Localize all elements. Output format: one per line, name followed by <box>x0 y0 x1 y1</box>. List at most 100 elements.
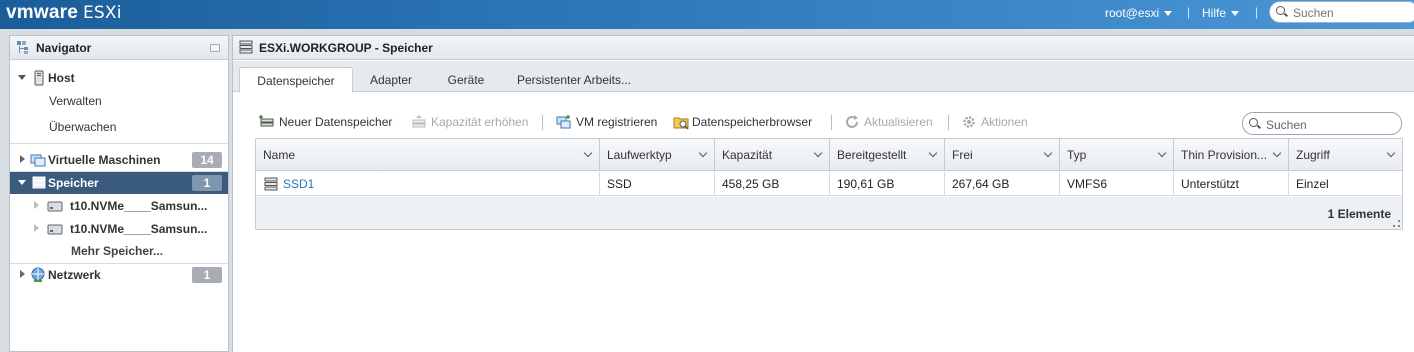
page-title: ESXi.WORKGROUP - Speicher <box>259 41 433 55</box>
tab-adapters[interactable]: Adapter <box>357 67 425 92</box>
minimize-icon[interactable] <box>210 44 220 52</box>
table-cell-text: VMFS6 <box>1067 177 1108 191</box>
column-header-provisioned[interactable]: Bereitgestellt <box>830 139 945 171</box>
new-datastore-icon[interactable] <box>259 114 275 130</box>
actions-button[interactable]: Aktionen <box>981 115 1028 129</box>
user-menu[interactable]: root@esxi <box>1105 6 1173 20</box>
chevron-down-icon[interactable] <box>698 148 708 158</box>
column-header-label: Laufwerktyp <box>607 148 672 162</box>
tab-devices[interactable]: Geräte <box>433 67 499 92</box>
chevron-down-icon[interactable] <box>1157 148 1167 158</box>
nav-item-label: Mehr Speicher... <box>71 244 164 258</box>
register-vm-icon[interactable] <box>556 114 572 130</box>
nav-item-manage[interactable]: Verwalten <box>10 90 228 112</box>
count-badge: 14 <box>192 152 222 168</box>
tab-persistent-memory[interactable]: Persistenter Arbeits... <box>509 67 639 92</box>
expand-down-icon[interactable] <box>18 180 26 185</box>
disk-icon <box>47 224 63 235</box>
column-header-free[interactable]: Frei <box>945 139 1060 171</box>
storage-icon <box>239 40 253 54</box>
table-cell-text: 267,64 GB <box>952 177 1010 191</box>
vmware-esxi-logo: vmware ESXi <box>6 2 122 24</box>
tab-label: Persistenter Arbeits... <box>516 73 632 87</box>
table-cell-name[interactable]: SSD1 <box>256 172 600 196</box>
expand-down-icon[interactable] <box>18 75 26 80</box>
refresh-icon <box>846 115 858 128</box>
nav-item-more-storage[interactable]: Mehr Speicher... <box>10 240 228 262</box>
logo-product-text: ESXi <box>82 3 122 23</box>
chevron-down-icon[interactable] <box>1043 148 1053 158</box>
header-search-input[interactable] <box>1291 5 1411 21</box>
register-vm-button[interactable]: VM registrieren <box>576 115 657 129</box>
network-icon <box>31 267 45 282</box>
navigator-title: Navigator <box>36 41 92 55</box>
navigator-header: Navigator <box>10 36 228 60</box>
column-header-label: Bereitgestellt <box>837 148 907 162</box>
column-header-type[interactable]: Typ <box>1060 139 1174 171</box>
increase-capacity-icon <box>412 115 426 128</box>
navigator-icon <box>17 41 28 54</box>
help-menu[interactable]: Hilfe <box>1202 6 1240 20</box>
nav-item-virtual-machines[interactable]: Virtuelle Maschinen 14 <box>10 149 228 171</box>
nav-item-label: t10.NVMe____Samsun... <box>70 222 208 236</box>
refresh-button[interactable]: Aktualisieren <box>864 115 933 129</box>
column-header-label: Name <box>263 148 296 162</box>
datastore-icon <box>264 177 278 191</box>
host-icon <box>34 70 44 86</box>
chevron-down-icon[interactable] <box>583 148 593 158</box>
table-cell-text: 458,25 GB <box>722 177 780 191</box>
new-datastore-button[interactable]: Neuer Datenspeicher <box>279 115 392 129</box>
toolbar-separator <box>831 115 832 130</box>
chevron-down-icon[interactable] <box>1386 148 1396 158</box>
nav-item-storage[interactable]: Speicher 1 <box>10 172 228 194</box>
nav-item-host[interactable]: Host <box>10 67 228 89</box>
tab-datastores[interactable]: Datenspeicher <box>239 67 353 93</box>
gear-icon <box>963 116 975 128</box>
grid-search-input[interactable] <box>1264 117 1394 133</box>
tab-label: Geräte <box>447 73 485 87</box>
table-cell: Unterstützt <box>1174 172 1289 196</box>
chevron-down-icon[interactable] <box>1272 148 1282 158</box>
column-header-name[interactable]: Name <box>256 139 600 171</box>
chevron-down-icon <box>1231 11 1240 17</box>
table-cell: VMFS6 <box>1060 172 1174 196</box>
count-badge: 1 <box>192 175 222 191</box>
table-cell-text: SSD <box>607 177 632 191</box>
expand-right-icon[interactable] <box>20 155 25 163</box>
tab-label: Datenspeicher <box>257 74 335 88</box>
datastore-name-link[interactable]: SSD1 <box>283 177 314 191</box>
disk-icon <box>47 201 63 212</box>
header-search[interactable] <box>1269 1 1414 23</box>
expand-right-icon[interactable] <box>34 201 39 209</box>
resize-handle-icon[interactable] <box>1393 220 1400 227</box>
column-header-capacity[interactable]: Kapazität <box>715 139 830 171</box>
table-cell-text: 190,61 GB <box>837 177 895 191</box>
tab-bar: Datenspeicher Adapter Geräte Persistente… <box>233 61 1414 93</box>
nav-item-disk[interactable]: t10.NVMe____Samsun... <box>10 218 228 240</box>
table-footer: 1 Elemente <box>256 197 1402 229</box>
count-badge: 1 <box>192 267 222 283</box>
nav-divider <box>10 143 228 144</box>
toolbar-separator <box>948 115 949 130</box>
column-header-label: Kapazität <box>722 148 773 162</box>
help-menu-label: Hilfe <box>1202 6 1227 20</box>
chevron-down-icon[interactable] <box>813 148 823 158</box>
grid-search[interactable] <box>1242 112 1402 135</box>
datastore-browser-button[interactable]: Datenspeicherbrowser <box>692 115 812 129</box>
nav-item-network[interactable]: Netzwerk 1 <box>10 264 228 286</box>
expand-right-icon[interactable] <box>34 224 39 232</box>
datastore-table: Name Laufwerktyp Kapazität Bereitgestell… <box>255 138 1403 230</box>
column-header-thin-provisioning[interactable]: Thin Provision... <box>1174 139 1289 171</box>
column-header-label: Frei <box>952 148 973 162</box>
storage-icon <box>32 176 46 189</box>
increase-capacity-button[interactable]: Kapazität erhöhen <box>431 115 528 129</box>
datastore-browser-icon[interactable] <box>673 114 689 130</box>
nav-item-label: Virtuelle Maschinen <box>48 153 161 167</box>
expand-right-icon[interactable] <box>20 270 25 278</box>
column-header-drive-type[interactable]: Laufwerktyp <box>600 139 715 171</box>
item-count: 1 Elemente <box>1327 207 1391 221</box>
column-header-access[interactable]: Zugriff <box>1289 139 1402 171</box>
chevron-down-icon[interactable] <box>928 148 938 158</box>
nav-item-monitor[interactable]: Überwachen <box>10 116 228 138</box>
nav-item-disk[interactable]: t10.NVMe____Samsun... <box>10 195 228 217</box>
